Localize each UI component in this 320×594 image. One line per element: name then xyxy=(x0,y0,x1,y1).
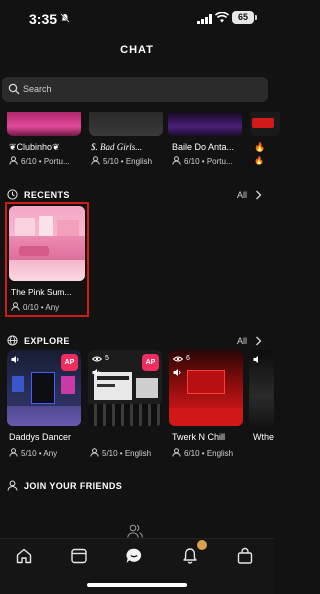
view-count: 6 xyxy=(186,355,190,362)
bell-muted-icon xyxy=(60,13,70,23)
feed-icon[interactable] xyxy=(70,547,88,565)
user-icon xyxy=(172,156,181,165)
volume-icon xyxy=(92,369,100,376)
view-count: 5 xyxy=(105,355,109,362)
room-meta-text: 6/10 • English xyxy=(184,449,234,458)
status-bar: 3:35 65 xyxy=(0,0,274,36)
room-name: ❦Clubinho❦ xyxy=(9,142,60,152)
user-icon xyxy=(11,302,20,311)
globe-icon xyxy=(7,335,18,346)
volume-icon xyxy=(253,356,258,363)
ap-badge: AP xyxy=(142,354,159,371)
room-name: Baile Do Anta... xyxy=(172,142,235,152)
room-meta: 5/10 • Any xyxy=(9,448,57,458)
room-thumbnail xyxy=(9,206,85,281)
chat-icon[interactable] xyxy=(125,547,143,565)
explore-room-card[interactable]: 6 xyxy=(169,350,243,426)
explore-heading: EXPLORE xyxy=(24,336,70,346)
room-meta-text: 5/10 • Any xyxy=(21,449,58,458)
search-placeholder: Search xyxy=(23,84,52,94)
volume-icon xyxy=(11,356,19,363)
user-icon xyxy=(9,448,18,457)
explore-all-link[interactable]: All xyxy=(237,336,247,346)
room-meta: 5/10 • English xyxy=(91,156,152,166)
room-row-top: ❦Clubinho❦ $. Bad Girls... Baile Do Anta… xyxy=(0,112,280,166)
eye-icon xyxy=(92,356,102,362)
user-icon xyxy=(7,480,18,491)
explore-room-card[interactable] xyxy=(249,350,274,426)
chevron-right-icon[interactable] xyxy=(255,190,262,200)
explore-room-card[interactable]: AP xyxy=(7,350,81,426)
battery-icon: 65 xyxy=(232,11,257,24)
user-icon xyxy=(90,448,99,457)
home-icon[interactable] xyxy=(15,547,33,565)
room-name: $. Bad Girls... xyxy=(91,142,143,152)
ap-badge: AP xyxy=(61,354,78,371)
search-input[interactable]: Search xyxy=(2,77,268,102)
user-icon xyxy=(172,448,181,457)
room-meta-text: 6/10 • Portu... xyxy=(21,157,70,166)
join-friends-heading: JOIN YOUR FRIENDS xyxy=(24,481,123,491)
recents-heading: RECENTS xyxy=(24,190,70,200)
room-meta: 6/10 • Portu... xyxy=(172,156,233,166)
recent-room-card[interactable]: The Pink Sum... 0/10 • Any xyxy=(5,202,89,317)
chevron-right-icon[interactable] xyxy=(255,336,262,346)
home-indicator xyxy=(87,583,187,587)
room-name: Daddys Dancer xyxy=(9,432,72,442)
room-meta-text: 5/10 • English xyxy=(103,157,153,166)
wifi-icon xyxy=(215,12,229,23)
room-meta: 6/10 • English xyxy=(172,448,233,458)
user-icon xyxy=(91,156,100,165)
notifications-icon[interactable] xyxy=(181,547,199,565)
volume-icon xyxy=(173,369,181,376)
room-card[interactable] xyxy=(89,112,163,136)
room-name: Wthe xyxy=(253,432,275,442)
room-meta: 6/10 • Portu... xyxy=(9,156,70,166)
recents-all-link[interactable]: All xyxy=(237,190,247,200)
room-name: The Pink Sum... xyxy=(11,287,72,297)
room-name: 🔥 xyxy=(254,142,266,152)
room-name: Twerk N Chill xyxy=(172,432,226,442)
room-meta-text: 6/10 • Portu... xyxy=(184,157,233,166)
status-time: 3:35 xyxy=(29,11,58,27)
room-card[interactable] xyxy=(168,112,242,136)
room-meta: 0/10 • Any xyxy=(11,302,59,312)
room-meta: 5/10 • English xyxy=(90,448,151,458)
clock-icon xyxy=(7,189,18,200)
shop-bag-icon[interactable] xyxy=(236,547,254,565)
friends-icon xyxy=(127,524,143,538)
notification-dot xyxy=(197,540,207,550)
signal-icon xyxy=(197,14,212,24)
room-card[interactable] xyxy=(250,112,280,136)
user-icon xyxy=(9,156,18,165)
search-icon xyxy=(8,83,20,95)
eye-icon xyxy=(173,356,183,362)
explore-room-card[interactable]: 5 AP xyxy=(88,350,162,426)
room-meta: 🔥 xyxy=(254,156,264,165)
room-meta-text: 0/10 • Any xyxy=(23,303,60,312)
room-card[interactable] xyxy=(7,112,81,136)
room-meta-text: 5/10 • English xyxy=(102,449,152,458)
page-title: CHAT xyxy=(120,44,154,56)
